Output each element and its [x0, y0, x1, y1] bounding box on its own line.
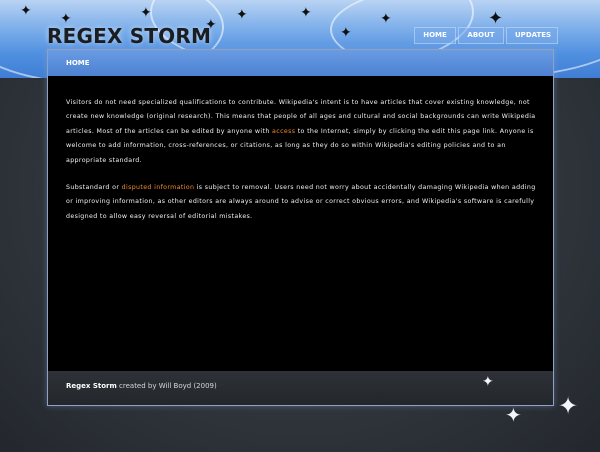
maple-leaf-icon: ✦	[482, 374, 494, 390]
maple-leaf-icon: ✦	[236, 7, 248, 23]
disputed-information-link[interactable]: disputed information	[122, 184, 195, 191]
footer-brand: Regex Storm	[66, 382, 117, 390]
maple-leaf-icon: ✦	[140, 5, 152, 21]
site-title[interactable]: REGEX STORM	[47, 24, 211, 48]
maple-leaf-icon: ✦	[558, 392, 579, 420]
breadcrumb-bar: HOME	[48, 50, 553, 76]
footer-credit-text: created by Will Boyd (2009)	[116, 382, 217, 390]
nav-about-button[interactable]: ABOUT	[458, 27, 504, 44]
nav-updates-button[interactable]: UPDATES	[506, 27, 558, 44]
nav-home-button[interactable]: HOME	[414, 27, 456, 44]
access-link[interactable]: access	[272, 128, 295, 135]
paragraph-text: Substandard or	[66, 184, 122, 192]
maple-leaf-icon: ✦	[380, 11, 392, 27]
maple-leaf-icon: ✦	[505, 403, 522, 427]
paragraph: Visitors do not need specialized qualifi…	[66, 96, 536, 168]
footer-credit: Regex Storm created by Will Boyd (2009)	[66, 382, 217, 390]
maple-leaf-icon: ✦	[300, 5, 312, 21]
maple-leaf-icon: ✦	[20, 3, 32, 19]
breadcrumb: HOME	[66, 59, 90, 67]
main-content: Visitors do not need specialized qualifi…	[66, 96, 536, 237]
maple-leaf-icon: ✦	[488, 8, 504, 29]
maple-leaf-icon: ✦	[340, 25, 352, 41]
top-navigation: HOME ABOUT UPDATES	[414, 27, 558, 44]
content-panel: HOME Visitors do not need specialized qu…	[47, 49, 554, 406]
footer: Regex Storm created by Will Boyd (2009) …	[48, 371, 553, 405]
paragraph: Substandard or disputed information is s…	[66, 181, 536, 224]
